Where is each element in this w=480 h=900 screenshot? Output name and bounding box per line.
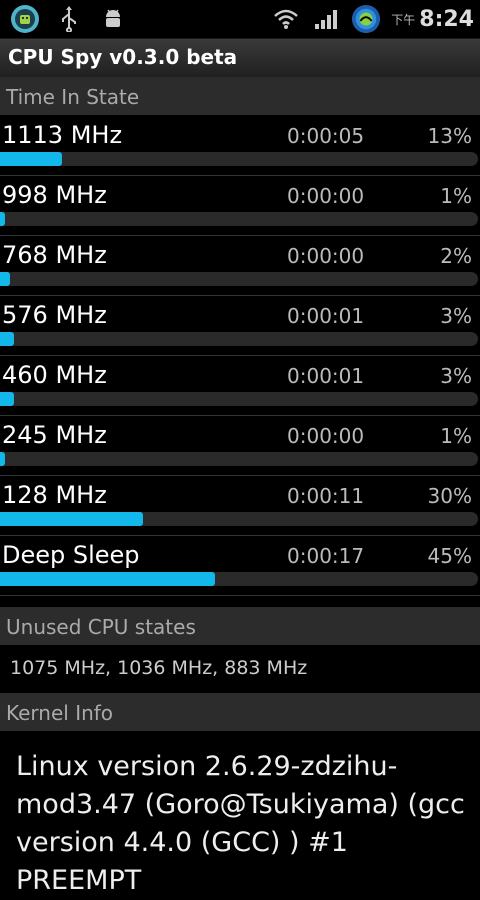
cpu-state-progress-fill bbox=[0, 152, 62, 166]
clock-time: 8:24 bbox=[419, 6, 474, 32]
cpu-state-name: 245 MHz bbox=[2, 421, 107, 449]
cpu-state-progress-track bbox=[0, 452, 478, 466]
cpu-state-name: 576 MHz bbox=[2, 301, 107, 329]
cpu-state-progress-fill bbox=[0, 512, 143, 526]
cpu-state-progress-fill bbox=[0, 572, 215, 586]
unused-cpu-states-header-label: Unused CPU states bbox=[6, 615, 196, 639]
cpu-state-progress-fill bbox=[0, 332, 14, 346]
cpu-state-progress-track bbox=[0, 212, 478, 226]
cpu-state-progress-fill bbox=[0, 272, 10, 286]
unused-cpu-states-value: 1075 MHz, 1036 MHz, 883 MHz bbox=[0, 645, 480, 691]
cpu-state-row: 998 MHz 0:00:00 1% bbox=[0, 175, 480, 236]
cpu-state-progress-track bbox=[0, 152, 478, 166]
cpu-state-time: 0:00:00 bbox=[287, 244, 365, 268]
cpu-state-name: 1113 MHz bbox=[2, 121, 123, 149]
signal-icon bbox=[311, 4, 341, 34]
cpu-state-percent: 3% bbox=[440, 364, 472, 388]
usb-icon bbox=[54, 4, 84, 34]
app-title-bar: CPU Spy v0.3.0 beta bbox=[0, 39, 480, 78]
android-debug-icon bbox=[98, 4, 128, 34]
cpu-state-percent: 1% bbox=[440, 424, 472, 448]
cpu-state-time: 0:00:17 bbox=[287, 544, 365, 568]
cpu-state-progress-track bbox=[0, 392, 478, 406]
kernel-info-text: Linux version 2.6.29-zdzihu-mod3.47 (Gor… bbox=[16, 751, 465, 896]
cpu-state-time: 0:00:00 bbox=[287, 184, 365, 208]
cpu-state-progress-track bbox=[0, 572, 478, 586]
app-title: CPU Spy v0.3.0 beta bbox=[8, 45, 238, 69]
cpu-state-percent: 13% bbox=[427, 124, 472, 148]
clock-ampm: 下午 bbox=[391, 12, 416, 27]
status-bar: 下午 8:24 bbox=[0, 0, 480, 39]
unused-cpu-states-header: Unused CPU states bbox=[0, 607, 480, 645]
kernel-info-header-label: Kernel Info bbox=[6, 701, 114, 725]
cpu-state-row: 768 MHz 0:00:00 2% bbox=[0, 235, 480, 296]
cpu-state-time: 0:00:01 bbox=[287, 364, 365, 388]
cpu-state-progress-fill bbox=[0, 212, 5, 226]
network-globe-icon bbox=[351, 4, 381, 34]
cpu-state-time: 0:00:01 bbox=[287, 304, 365, 328]
cpu-state-progress-fill bbox=[0, 392, 14, 406]
cpu-state-progress-fill bbox=[0, 452, 5, 466]
cpu-state-time: 0:00:05 bbox=[287, 124, 365, 148]
kernel-info-header: Kernel Info bbox=[0, 693, 480, 731]
cpu-state-percent: 1% bbox=[440, 184, 472, 208]
cpu-state-percent: 2% bbox=[440, 244, 472, 268]
time-in-state-header-label: Time In State bbox=[6, 85, 140, 109]
cpu-state-row: 576 MHz 0:00:01 3% bbox=[0, 295, 480, 356]
cpu-state-progress-track bbox=[0, 272, 478, 286]
cpu-state-time: 0:00:11 bbox=[287, 484, 365, 508]
time-in-state-header: Time In State bbox=[0, 77, 480, 115]
cpu-state-progress-track bbox=[0, 512, 478, 526]
cpu-state-name: 460 MHz bbox=[2, 361, 107, 389]
cpu-state-name: 768 MHz bbox=[2, 241, 107, 269]
cpu-state-name: 128 MHz bbox=[2, 481, 107, 509]
cpu-state-name: Deep Sleep bbox=[2, 541, 140, 569]
cpu-state-row: 245 MHz 0:00:00 1% bbox=[0, 415, 480, 476]
cpu-state-percent: 3% bbox=[440, 304, 472, 328]
cpu-state-progress-track bbox=[0, 332, 478, 346]
cpu-state-row: 128 MHz 0:00:11 30% bbox=[0, 475, 480, 536]
cpu-state-percent: 30% bbox=[427, 484, 472, 508]
android-robot-app-icon bbox=[10, 4, 40, 34]
cpu-state-row: 460 MHz 0:00:01 3% bbox=[0, 355, 480, 416]
wifi-icon bbox=[271, 4, 301, 34]
unused-cpu-states-text: 1075 MHz, 1036 MHz, 883 MHz bbox=[10, 657, 308, 679]
cpu-state-name: 998 MHz bbox=[2, 181, 107, 209]
cpu-state-time: 0:00:00 bbox=[287, 424, 365, 448]
cpu-state-percent: 45% bbox=[427, 544, 472, 568]
cpu-state-row: Deep Sleep 0:00:17 45% bbox=[0, 535, 480, 596]
cpu-state-row: 1113 MHz 0:00:05 13% bbox=[0, 115, 480, 176]
